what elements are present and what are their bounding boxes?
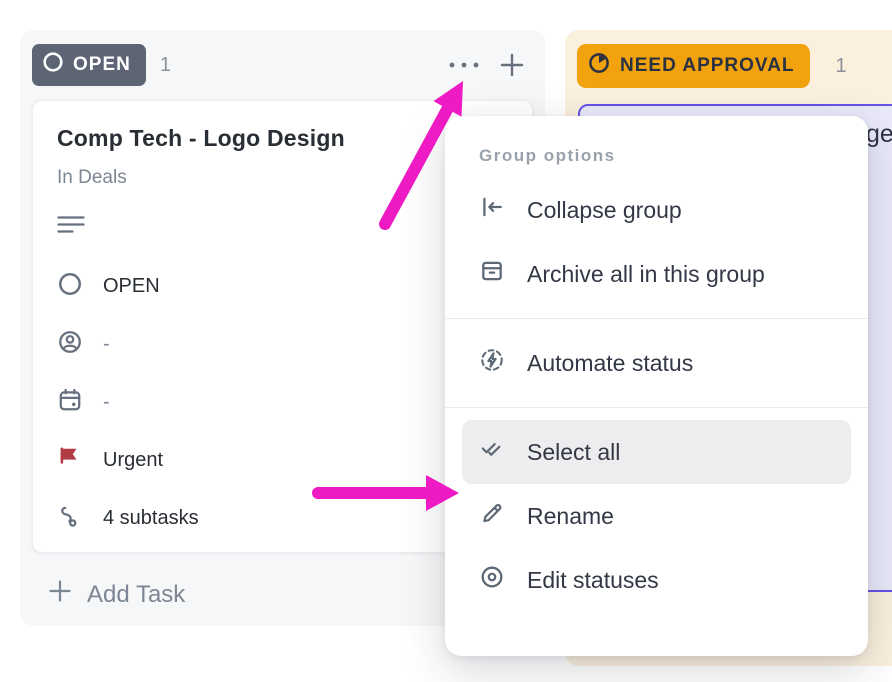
menu-item-label: Edit statuses	[527, 567, 659, 594]
group-status-label: OPEN	[73, 54, 131, 76]
priority-flag-icon	[57, 445, 83, 476]
double-check-icon	[479, 436, 505, 468]
menu-item-collapse-group[interactable]: Collapse group	[445, 178, 868, 242]
group-status-badge-open[interactable]: OPEN	[32, 44, 146, 86]
task-priority-value: Urgent	[103, 449, 163, 472]
menu-item-archive-all[interactable]: Archive all in this group	[445, 242, 868, 306]
task-title-fragment: ge	[866, 120, 892, 149]
group-header-need-approval: NEED APPROVAL 1	[565, 30, 892, 88]
task-location[interactable]: In Deals	[57, 167, 508, 189]
due-date-icon	[57, 387, 83, 418]
group-options-ellipsis-button[interactable]	[447, 48, 481, 82]
menu-item-label: Rename	[527, 503, 614, 530]
task-status-value: OPEN	[103, 275, 160, 298]
add-task-button[interactable]: Add Task	[48, 579, 185, 610]
task-title[interactable]: Comp Tech - Logo Design	[57, 125, 508, 152]
description-icon	[57, 215, 508, 242]
task-assignee-value: -	[103, 333, 110, 356]
group-status-label: NEED APPROVAL	[620, 55, 795, 77]
task-status-row[interactable]: OPEN	[57, 272, 508, 300]
status-circle-icon	[42, 51, 64, 79]
group-header-open: OPEN 1	[20, 30, 545, 86]
task-subtasks-value: 4 subtasks	[103, 507, 199, 530]
target-icon	[479, 564, 505, 596]
menu-item-label: Select all	[527, 439, 620, 466]
kanban-board: OPEN 1 Comp Tech - Logo Design In Deals	[0, 0, 892, 682]
assignee-icon	[57, 329, 83, 360]
menu-item-label: Collapse group	[527, 197, 682, 224]
clock-icon	[587, 51, 611, 81]
group-task-count: 1	[160, 54, 171, 77]
pencil-icon	[479, 500, 505, 532]
task-due-date-value: -	[103, 391, 110, 414]
subtasks-icon	[57, 503, 83, 534]
menu-item-edit-statuses[interactable]: Edit statuses	[445, 548, 868, 612]
group-status-badge-need-approval[interactable]: NEED APPROVAL	[577, 44, 810, 88]
menu-header: Group options	[479, 146, 868, 166]
collapse-icon	[479, 194, 505, 226]
ellipsis-icon	[447, 61, 481, 69]
menu-divider	[445, 318, 868, 319]
menu-item-label: Automate status	[527, 350, 693, 377]
status-circle-icon	[57, 271, 83, 302]
menu-item-rename[interactable]: Rename	[445, 484, 868, 548]
task-due-date-row[interactable]: -	[57, 388, 508, 416]
task-assignee-row[interactable]: -	[57, 330, 508, 358]
group-add-task-plus-button[interactable]	[495, 48, 529, 82]
automate-icon	[479, 347, 505, 379]
menu-item-label: Archive all in this group	[527, 261, 765, 288]
plus-icon	[499, 52, 525, 78]
menu-item-select-all[interactable]: Select all	[462, 420, 851, 484]
task-priority-row[interactable]: Urgent	[57, 446, 508, 474]
group-options-menu: Group options Collapse group Archive all…	[445, 116, 868, 656]
archive-icon	[479, 258, 505, 290]
menu-item-automate-status[interactable]: Automate status	[445, 331, 868, 395]
task-subtasks-row[interactable]: 4 subtasks	[57, 504, 508, 532]
plus-icon	[48, 579, 72, 610]
group-task-count: 1	[836, 55, 847, 78]
menu-divider	[445, 407, 868, 408]
add-task-label: Add Task	[87, 581, 185, 609]
